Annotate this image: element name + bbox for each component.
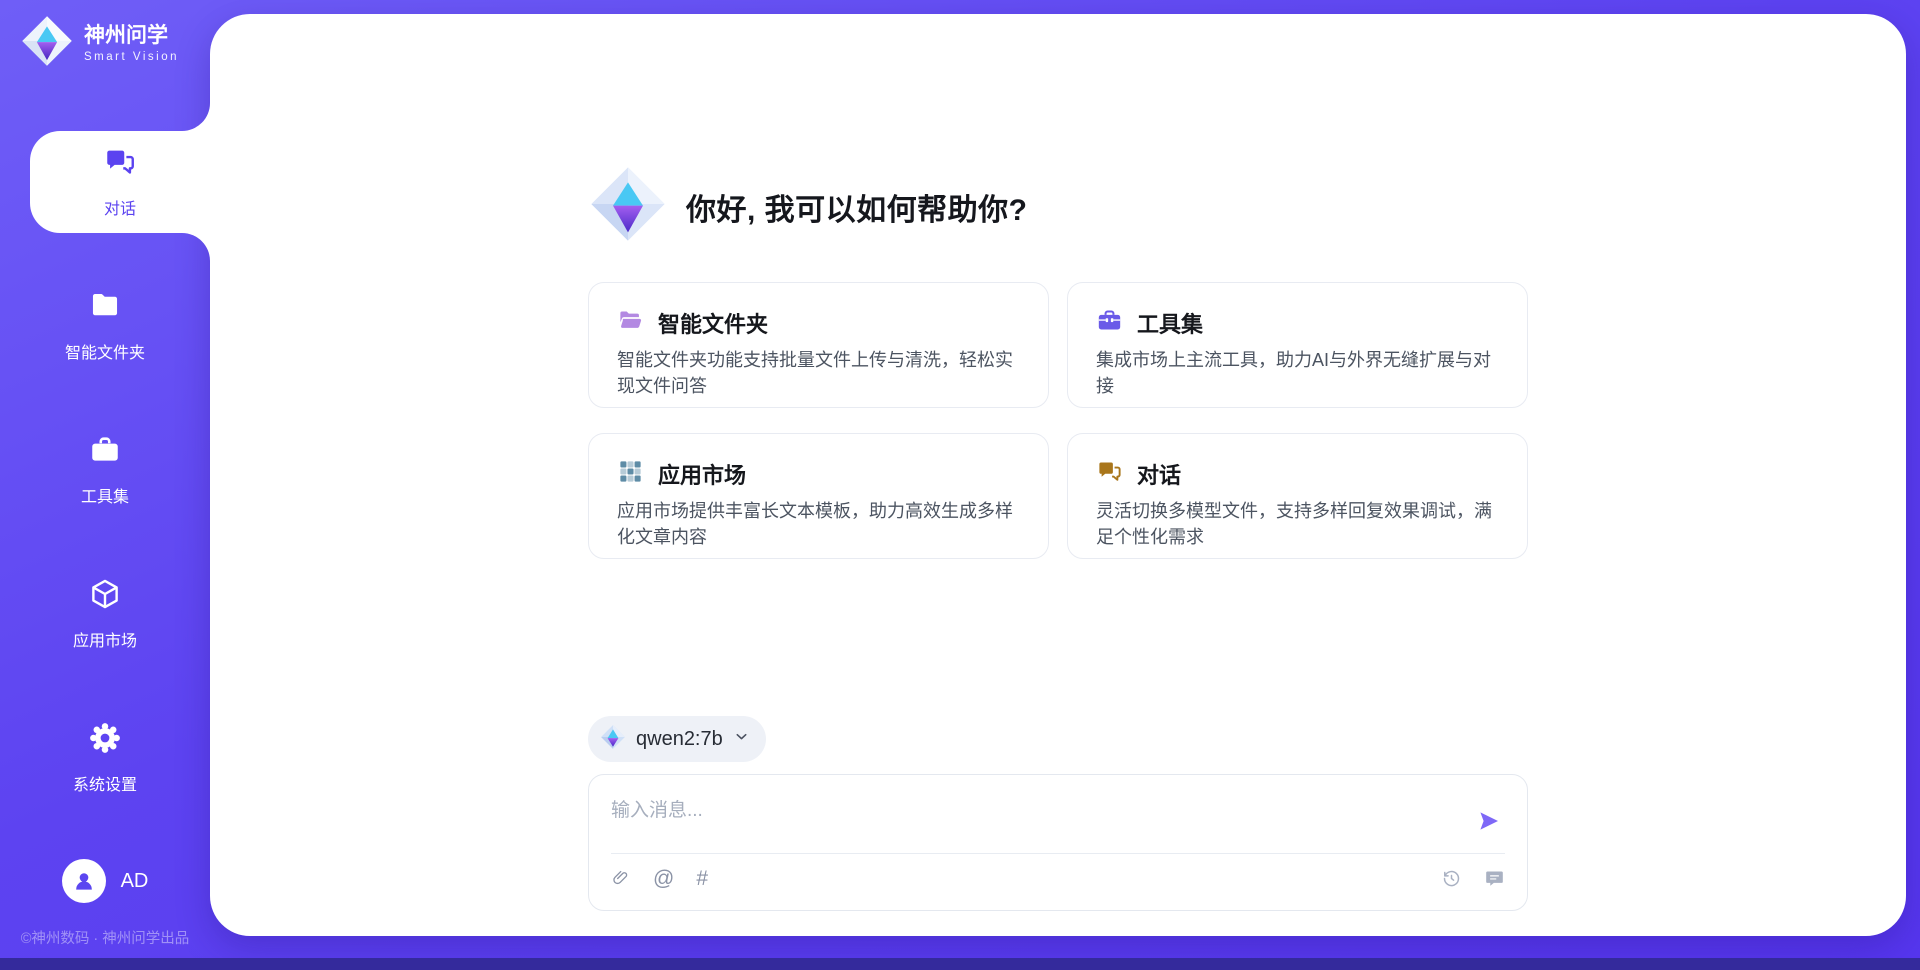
card-app-market[interactable]: 应用市场 应用市场提供丰富长文本模板，助力高效生成多样化文章内容 (588, 433, 1049, 559)
card-title: 智能文件夹 (658, 307, 768, 339)
bottom-strip (0, 958, 1920, 970)
toolbox-icon (88, 433, 122, 472)
card-title: 应用市场 (658, 458, 746, 490)
message-input[interactable] (611, 789, 1473, 853)
card-description: 智能文件夹功能支持批量文件上传与清洗，轻松实现文件问答 (617, 348, 1020, 399)
model-diamond-icon (600, 724, 626, 755)
message-list-button[interactable] (1484, 868, 1505, 889)
card-title: 工具集 (1137, 307, 1203, 339)
topic-button[interactable]: # (696, 868, 708, 889)
send-icon (1477, 821, 1501, 836)
toolbox-icon (1096, 307, 1123, 339)
sidebar-item-label: 智能文件夹 (65, 339, 145, 363)
chevron-down-icon (733, 728, 750, 750)
sidebar-item-settings[interactable]: 系统设置 (0, 707, 210, 809)
sidebar-item-smart-folder[interactable]: 智能文件夹 (0, 275, 210, 377)
message-composer: @ # (588, 774, 1528, 911)
composer-toolbar: @ # (611, 854, 1505, 902)
feature-cards: 智能文件夹 智能文件夹功能支持批量文件上传与清洗，轻松实现文件问答 (588, 282, 1528, 559)
brand-name: 神州问学 (84, 24, 179, 47)
send-button[interactable] (1473, 805, 1505, 837)
model-name: qwen2:7b (636, 728, 723, 751)
card-toolset[interactable]: 工具集 集成市场上主流工具，助力AI与外界无缝扩展与对接 (1067, 282, 1528, 408)
brand-logo: 神州问学 Smart Vision (0, 0, 210, 73)
attach-file-button[interactable] (611, 868, 631, 888)
greeting-block: 你好, 我可以如何帮助你? (588, 164, 1528, 249)
sidebar-bottom: AD ©神州数码 · 神州问学出品 (0, 859, 210, 948)
avatar (62, 859, 106, 903)
main-panel: 你好, 我可以如何帮助你? 智能文件夹 智能文件夹功能支持批量文件上传与清洗，轻… (210, 14, 1906, 936)
greeting-title: 你好, 我可以如何帮助你? (686, 185, 1028, 229)
grid-icon (617, 458, 644, 490)
user-label: AD (121, 870, 149, 893)
sidebar: 神州问学 Smart Vision 对话 (0, 0, 210, 958)
at-icon: @ (653, 867, 674, 890)
sidebar-item-toolset[interactable]: 工具集 (0, 419, 210, 521)
assistant-diamond-icon (588, 164, 668, 249)
card-title: 对话 (1137, 458, 1181, 490)
app-window: 神州问学 Smart Vision 对话 (0, 0, 1920, 958)
folder-icon (88, 289, 122, 328)
message-icon (1484, 871, 1505, 894)
chat-icon (103, 145, 137, 184)
hash-icon: # (696, 867, 708, 890)
card-chat[interactable]: 对话 灵活切换多模型文件，支持多样回复效果调试，满足个性化需求 (1067, 433, 1528, 559)
card-description: 灵活切换多模型文件，支持多样回复效果调试，满足个性化需求 (1096, 499, 1499, 550)
copyright-text: ©神州数码 · 神州问学出品 (0, 927, 210, 948)
sidebar-item-label: 工具集 (81, 483, 129, 507)
sidebar-item-app-market[interactable]: 应用市场 (0, 563, 210, 665)
brand-diamond-icon (20, 14, 74, 73)
card-description: 应用市场提供丰富长文本模板，助力高效生成多样化文章内容 (617, 499, 1020, 550)
history-icon (1441, 871, 1462, 894)
card-description: 集成市场上主流工具，助力AI与外界无缝扩展与对接 (1096, 348, 1499, 399)
paperclip-icon (611, 870, 631, 893)
cube-icon (88, 577, 122, 616)
user-profile[interactable]: AD (0, 859, 210, 903)
sidebar-item-label: 应用市场 (73, 627, 137, 651)
gear-icon (88, 721, 122, 760)
history-button[interactable] (1441, 868, 1462, 889)
card-smart-folder[interactable]: 智能文件夹 智能文件夹功能支持批量文件上传与清洗，轻松实现文件问答 (588, 282, 1049, 408)
sidebar-item-label: 系统设置 (73, 771, 137, 795)
sidebar-item-label: 对话 (104, 195, 136, 219)
brand-tagline: Smart Vision (84, 51, 179, 63)
mention-button[interactable]: @ (653, 868, 674, 889)
model-selector[interactable]: qwen2:7b (588, 716, 766, 762)
folder-open-icon (617, 307, 644, 339)
composer-area: qwen2:7b (588, 716, 1528, 911)
chat-icon (1096, 458, 1123, 490)
sidebar-nav: 对话 智能文件夹 工具集 (0, 131, 210, 809)
sidebar-item-chat[interactable]: 对话 (30, 131, 210, 233)
